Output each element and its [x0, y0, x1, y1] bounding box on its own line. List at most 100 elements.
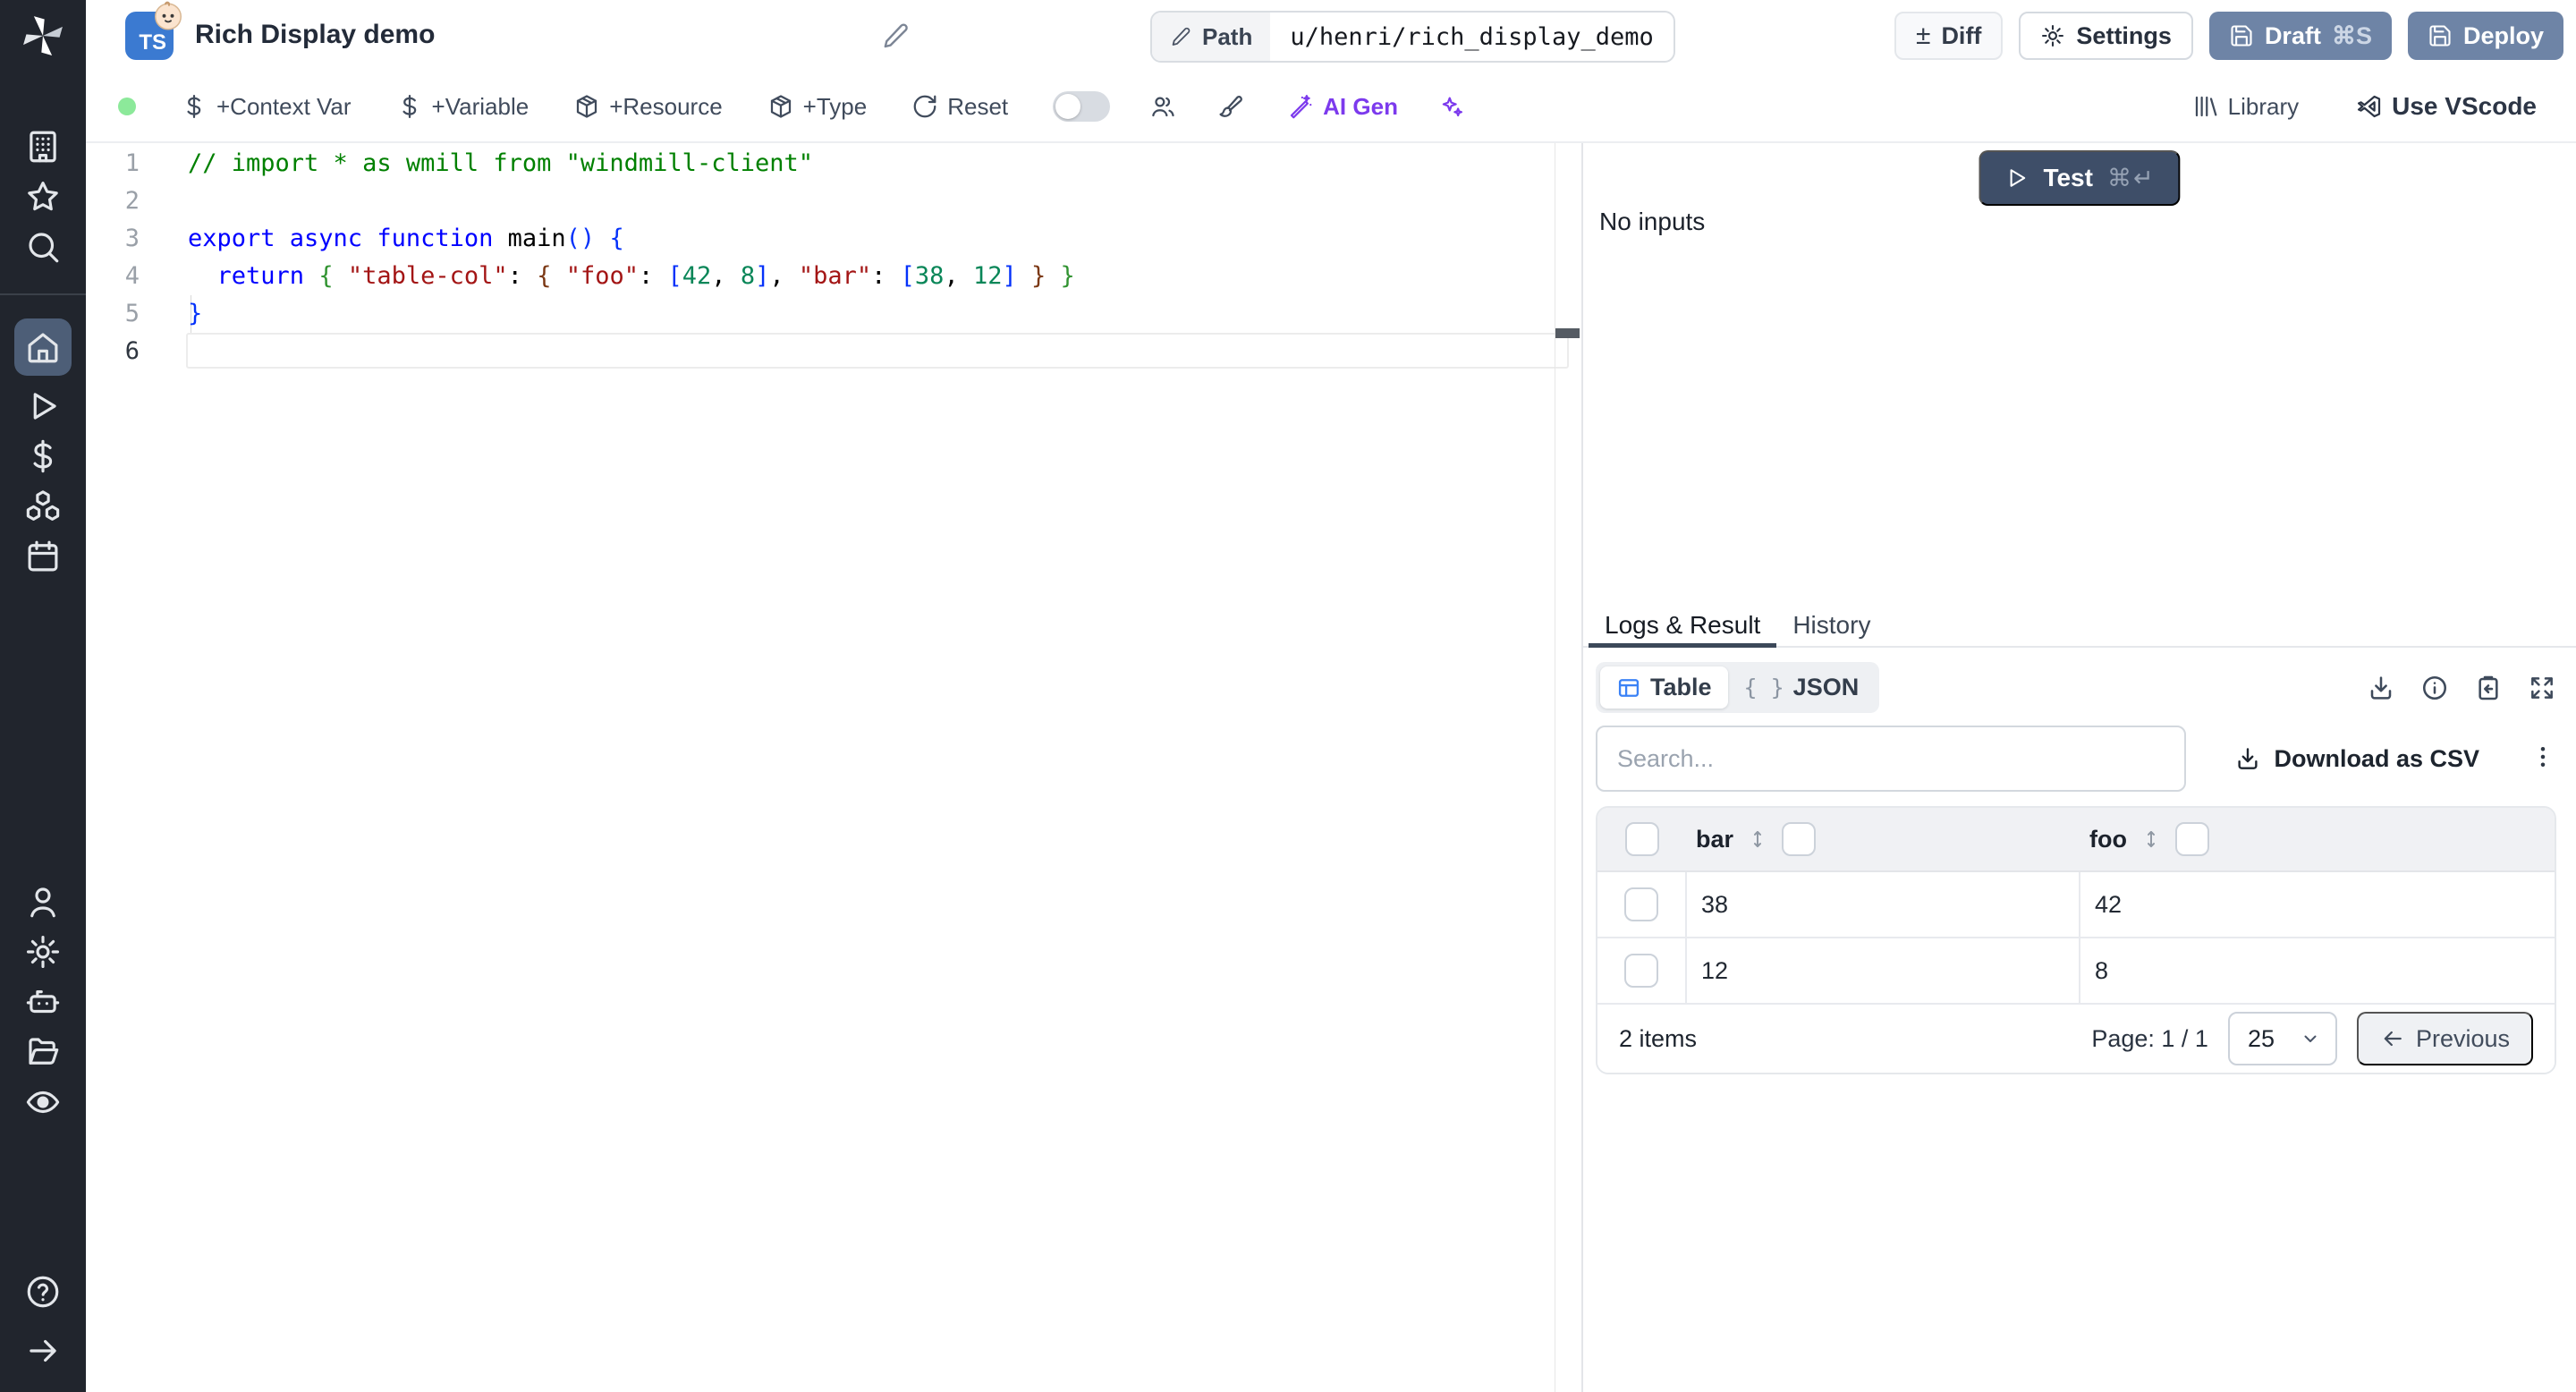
ai-gen-button[interactable]: AI Gen	[1287, 93, 1398, 121]
sidebar-item-building[interactable]	[14, 122, 72, 172]
dollar-icon	[187, 95, 201, 118]
column-label: bar	[1696, 825, 1734, 853]
checkbox[interactable]	[2174, 822, 2209, 856]
previous-page-button[interactable]: Previous	[2356, 1012, 2533, 1065]
windmill-logo[interactable]	[0, 0, 86, 72]
result-table-footer: 2 items Page: 1 / 1 25 Previous	[1597, 1005, 2555, 1073]
edit-summary-pencil-icon[interactable]	[881, 21, 910, 50]
users-icon	[1152, 97, 1174, 117]
copy-to-clipboard-icon[interactable]	[2474, 674, 2503, 702]
format-brush-button[interactable]	[1216, 93, 1243, 120]
page-indicator: Page: 1 / 1	[2091, 1024, 2208, 1052]
sort-icon[interactable]	[1746, 828, 1769, 851]
topbar-actions: ± Diff Settings Draft ⌘S Deploy	[1894, 12, 2563, 60]
row-select-cell	[1597, 938, 1687, 1003]
typescript-badge-label: TS	[139, 30, 166, 55]
expand-icon[interactable]	[2528, 674, 2556, 702]
gear-icon	[2042, 24, 2064, 47]
sparkles-icon[interactable]	[1437, 93, 1464, 120]
sidebar-item-eye[interactable]	[14, 1077, 72, 1127]
sidebar-item-dollar[interactable]	[14, 431, 72, 481]
sidebar-item-play[interactable]	[14, 381, 72, 431]
add-context-var-button[interactable]: +Context Var	[181, 93, 352, 121]
line-number: 4	[124, 262, 140, 290]
code-editor[interactable]: 1 2 3 4 5 6 // import * as wmill from "windmi…	[86, 143, 1581, 1392]
sidebar-item-boxes[interactable]	[14, 481, 72, 531]
paintbrush-icon	[1219, 96, 1243, 117]
topbar: TS Rich Display demo Path u/henri/rich_d…	[86, 0, 2576, 72]
add-variable-button[interactable]: +Variable	[396, 93, 529, 121]
code-line: export async function main() {	[188, 225, 624, 252]
result-area: Table { } JSON Search... Download as CSV…	[1583, 662, 2576, 1074]
sidebar-item-bot[interactable]	[14, 977, 72, 1027]
result-view-row: Table { } JSON	[1596, 662, 2556, 713]
view-toggle: Table { } JSON	[1596, 662, 1880, 713]
plus-minus-icon: ±	[1915, 21, 1931, 50]
library-button[interactable]: Library	[2192, 93, 2299, 121]
windmill-script-editor: TS Rich Display demo Path u/henri/rich_d…	[0, 0, 2576, 1392]
table-controls: Download as CSV	[1596, 726, 2556, 792]
library-label: Library	[2227, 92, 2300, 120]
result-table: bar foo 38 42 12 8 2 items Page: 1 / 1 25	[1596, 806, 2556, 1074]
path-value[interactable]: u/henri/rich_display_demo	[1270, 13, 1673, 61]
path-label: Path	[1202, 22, 1253, 50]
sidebar-item-search[interactable]	[14, 222, 72, 272]
draft-label: Draft	[2264, 21, 2321, 49]
checkbox[interactable]	[1624, 954, 1658, 988]
diff-button[interactable]: ± Diff	[1894, 12, 2004, 60]
info-icon[interactable]	[2420, 674, 2449, 702]
save-icon	[2231, 25, 2252, 47]
sidebar-item-help[interactable]	[14, 1267, 72, 1317]
pagination: Page: 1 / 1 25 Previous	[2091, 1012, 2533, 1065]
package-icon	[577, 95, 597, 118]
add-type-button[interactable]: +Type	[767, 93, 867, 121]
select-all-cell	[1597, 808, 1687, 870]
table-cell: 38	[1687, 872, 2080, 937]
dollar-icon	[402, 95, 416, 118]
deploy-button[interactable]: Deploy	[2407, 12, 2563, 60]
checkbox[interactable]	[1782, 822, 1817, 856]
sidebar-item-star[interactable]	[14, 172, 72, 222]
typescript-badge: TS	[125, 1, 182, 60]
toggle-switch[interactable]	[1053, 91, 1111, 122]
table-cell: 42	[2095, 890, 2123, 918]
more-options-kebab-icon[interactable]	[2529, 743, 2556, 775]
path-label-group: Path	[1152, 13, 1271, 61]
multiplayer-button[interactable]	[1149, 93, 1176, 120]
package-icon	[770, 95, 791, 118]
download-csv-button[interactable]: Download as CSV	[2234, 745, 2479, 773]
search-input[interactable]	[1596, 726, 2186, 792]
test-button[interactable]: Test ⌘↵	[1979, 150, 2181, 206]
draft-button[interactable]: Draft ⌘S	[2208, 12, 2392, 60]
use-vscode-button[interactable]: Use VScode	[2356, 92, 2537, 121]
tab-history[interactable]: History	[1776, 605, 1886, 646]
add-resource-button[interactable]: +Resource	[573, 93, 723, 121]
sidebar-item-folder[interactable]	[14, 1027, 72, 1077]
path-field[interactable]: Path u/henri/rich_display_demo	[1150, 11, 1675, 63]
sidebar-item-calendar[interactable]	[14, 531, 72, 581]
result-tabs: Logs & Result History	[1583, 605, 2576, 648]
sidebar-item-settings[interactable]	[14, 927, 72, 977]
checkbox[interactable]	[1624, 887, 1658, 921]
deploy-label: Deploy	[2462, 21, 2544, 49]
sidebar-main-group	[14, 313, 72, 581]
tab-logs-result[interactable]: Logs & Result	[1589, 605, 1777, 648]
status-dot	[118, 98, 136, 115]
view-table-option[interactable]: Table	[1600, 666, 1728, 709]
sidebar-item-home[interactable]	[14, 318, 72, 376]
settings-button[interactable]: Settings	[2019, 12, 2193, 60]
no-inputs-text: No inputs	[1599, 208, 1706, 235]
sort-icon[interactable]	[2140, 828, 2163, 851]
reset-button[interactable]: Reset	[911, 93, 1008, 121]
sidebar-item-user[interactable]	[14, 877, 72, 927]
download-result-icon[interactable]	[2367, 674, 2395, 702]
table-cell: 12	[1687, 938, 2080, 1003]
line-number: 6	[124, 337, 140, 365]
checkbox[interactable]	[1625, 822, 1659, 856]
sidebar-bottom-group	[14, 877, 72, 1127]
view-json-option[interactable]: { } JSON	[1728, 666, 1876, 709]
sidebar-item-arrow-right[interactable]	[14, 1326, 72, 1376]
page-size-select[interactable]: 25	[2227, 1012, 2337, 1065]
